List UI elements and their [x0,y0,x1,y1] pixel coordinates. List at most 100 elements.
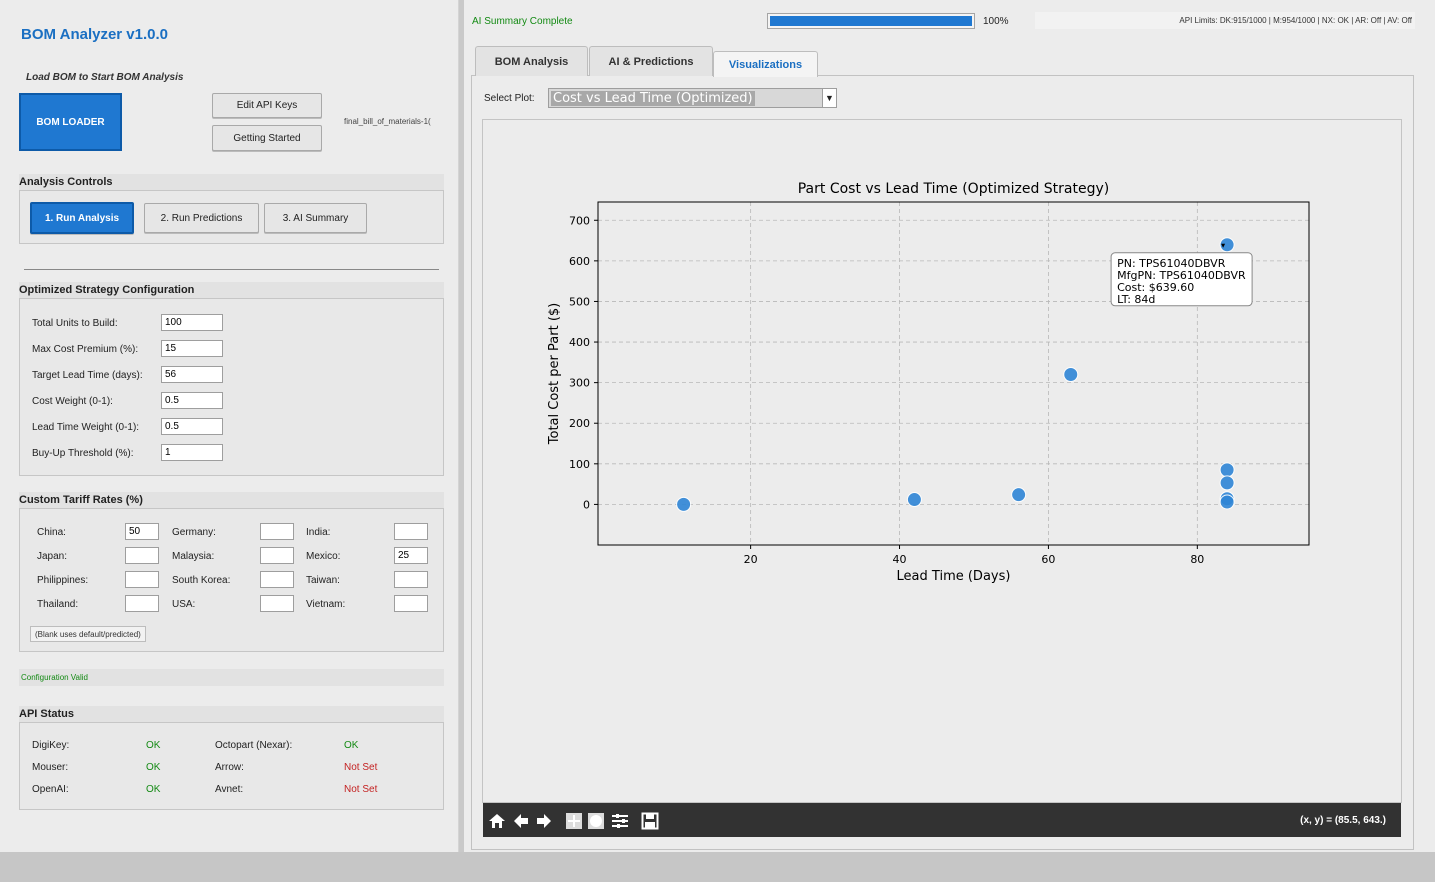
api-limits: API Limits: DK:915/1000 | M:954/1000 | N… [1035,12,1415,29]
tariff-label-usa: USA: [172,599,196,610]
tariff-input-japan[interactable] [125,547,159,564]
zoom-icon[interactable] [586,811,606,831]
bom-loader-button[interactable]: BOM LOADER [19,93,122,151]
tariff-input-malaysia[interactable] [260,547,294,564]
tariff-input-south-korea[interactable] [260,571,294,588]
target-lead-time-label: Target Lead Time (days): [32,370,143,381]
cursor-coords: (x, y) = (85.5, 643.) [1300,815,1386,826]
tariff-input-mexico[interactable] [394,547,428,564]
pan-icon[interactable] [564,811,584,831]
lead-time-weight-input[interactable] [161,418,223,435]
strategy-config-title: Optimized Strategy Configuration [19,282,444,298]
cost-weight-label: Cost Weight (0-1): [32,396,113,407]
max-cost-premium-label: Max Cost Premium (%): [32,344,139,355]
api-status-mouser: OK [146,762,161,773]
select-plot-dropdown[interactable]: Cost vs Lead Time (Optimized) ▼ [548,88,837,108]
data-point[interactable] [906,492,922,508]
api-status-digikey: OK [146,740,161,751]
bottom-strip [0,852,1435,882]
tariff-input-germany[interactable] [260,523,294,540]
total-units-label: Total Units to Build: [32,318,118,329]
tariff-label-philippines: Philippines: [37,575,89,586]
tariffs-title: Custom Tariff Rates (%) [19,492,444,508]
select-plot-value: Cost vs Lead Time (Optimized) [551,91,755,106]
max-cost-premium-input[interactable] [161,340,223,357]
api-status-avnet: Not Set [344,784,378,795]
tariff-label-japan: Japan: [37,551,68,562]
data-point[interactable] [1219,462,1235,478]
api-status-title: API Status [19,706,444,722]
ai-summary-button[interactable]: 3. AI Summary [264,203,367,233]
api-label-mouser: Mouser: [32,762,69,773]
data-point[interactable] [1219,475,1235,491]
divider [24,269,439,270]
status-message: AI Summary Complete [472,16,573,27]
tariff-input-taiwan[interactable] [394,571,428,588]
tariff-label-thailand: Thailand: [37,599,79,610]
cost-weight-input[interactable] [161,392,223,409]
x-tick-label: 60 [1041,553,1055,566]
chart-title: Part Cost vs Lead Time (Optimized Strate… [798,181,1110,197]
tariff-input-philippines[interactable] [125,571,159,588]
api-status-arrow: Not Set [344,762,378,773]
tooltip-line: LT: 84d [1117,293,1155,306]
tariff-input-usa[interactable] [260,595,294,612]
data-point[interactable] [1219,494,1235,510]
buy-up-threshold-input[interactable] [161,444,223,461]
save-icon[interactable] [640,811,660,831]
home-icon[interactable] [487,811,507,831]
x-axis-label: Lead Time (Days) [897,569,1011,584]
tariff-label-india: India: [306,527,331,538]
y-tick-label: 700 [569,214,590,227]
tab-ai-predictions[interactable]: AI & Predictions [589,46,713,76]
data-point[interactable] [1011,487,1027,503]
buy-up-threshold-label: Buy-Up Threshold (%): [32,448,134,459]
scatter-chart[interactable]: 20 40 60 80 0 100 200 300 400 500 600 700 Part Cost … [483,120,1401,803]
y-tick-label: 300 [569,377,590,390]
x-tick-label: 80 [1190,553,1204,566]
progress-percent: 100% [983,16,1009,27]
api-label-octopart: Octopart (Nexar): [215,740,293,751]
run-predictions-button[interactable]: 2. Run Predictions [144,203,259,233]
tariff-input-vietnam[interactable] [394,595,428,612]
y-tick-label: 200 [569,417,590,430]
run-analysis-button[interactable]: 1. Run Analysis [30,202,134,234]
api-status-octopart: OK [344,740,359,751]
load-hint: Load BOM to Start BOM Analysis [26,72,184,83]
tab-bom-analysis[interactable]: BOM Analysis [475,46,588,76]
tab-visualizations[interactable]: Visualizations [713,51,818,77]
api-status-openai: OK [146,784,161,795]
data-point[interactable] [676,496,692,512]
tariff-label-south-korea: South Korea: [172,575,231,586]
data-point[interactable] [1063,367,1079,383]
configure-icon[interactable] [610,811,630,831]
chevron-down-icon[interactable]: ▼ [822,89,836,107]
tariff-input-thailand[interactable] [125,595,159,612]
tariff-label-taiwan: Taiwan: [306,575,340,586]
edit-api-keys-button[interactable]: Edit API Keys [212,93,322,118]
tariff-input-india[interactable] [394,523,428,540]
tariff-note: (Blank uses default/predicted) [30,626,146,642]
lead-time-weight-label: Lead Time Weight (0-1): [32,422,140,433]
tariff-label-mexico: Mexico: [306,551,341,562]
y-tick-label: 500 [569,295,590,308]
analysis-controls-title: Analysis Controls [19,174,444,190]
tariff-input-china[interactable] [125,523,159,540]
getting-started-button[interactable]: Getting Started [212,125,322,151]
y-axis-label: Total Cost per Part ($) [547,303,562,445]
progress-fill [770,16,972,26]
total-units-input[interactable] [161,314,223,331]
api-label-openai: OpenAI: [32,784,69,795]
y-tick-label: 400 [569,336,590,349]
forward-icon[interactable] [534,811,554,831]
back-icon[interactable] [511,811,531,831]
target-lead-time-input[interactable] [161,366,223,383]
tariff-label-malaysia: Malaysia: [172,551,215,562]
y-tick-label: 600 [569,255,590,268]
api-label-digikey: DigiKey: [32,740,70,751]
loaded-file-label: final_bill_of_materials-1( [344,117,431,126]
tariff-label-germany: Germany: [172,527,216,538]
y-tick-label: 0 [583,498,590,511]
plot-toolbar: (x, y) = (85.5, 643.) [483,803,1401,837]
tariff-label-china: China: [37,527,66,538]
